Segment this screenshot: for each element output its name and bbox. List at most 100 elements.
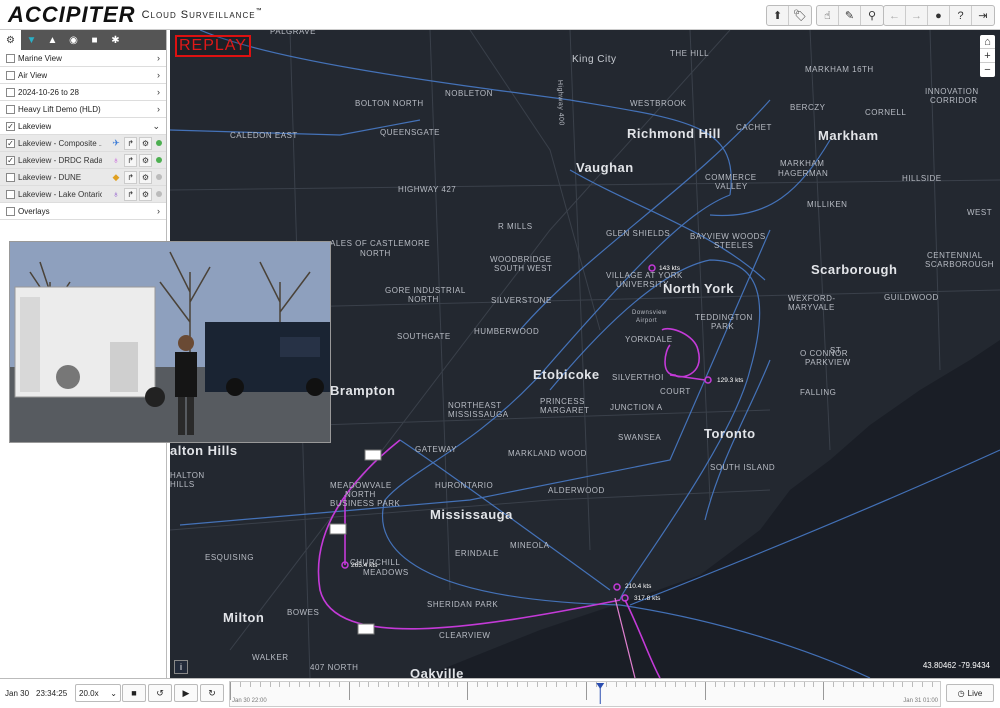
- svg-text:MARYVALE: MARYVALE: [788, 303, 835, 312]
- stop-button[interactable]: ■: [122, 684, 146, 702]
- sidebar-subitem-drdc[interactable]: ✓ Lakeview - DRDC Radar ♁ ↱ ⚙: [0, 152, 166, 169]
- share-icon[interactable]: ↱: [124, 187, 137, 201]
- svg-text:Downsview: Downsview: [632, 310, 667, 316]
- svg-text:Mississauga: Mississauga: [430, 507, 513, 522]
- brand-name: ACCIPITER: [8, 2, 136, 27]
- rewind-button[interactable]: ↺: [148, 684, 172, 702]
- checkbox-checked[interactable]: ✓: [6, 155, 15, 165]
- svg-text:QUEENSGATE: QUEENSGATE: [380, 128, 440, 137]
- settings-icon[interactable]: ⚙: [0, 30, 21, 50]
- chevron-right-icon[interactable]: ›: [157, 87, 160, 97]
- sidebar-subitem-lake-ontario[interactable]: Lakeview - Lake Ontario... ♁ ↱ ⚙: [0, 186, 166, 203]
- zoom-controls: ⌂ + −: [980, 35, 995, 77]
- svg-text:MILLIKEN: MILLIKEN: [807, 200, 847, 209]
- checkbox[interactable]: [6, 53, 15, 63]
- play-button[interactable]: ▶: [174, 684, 198, 702]
- timeline-end-label: Jan 31 01:00: [903, 698, 938, 704]
- zoom-out-button[interactable]: −: [980, 63, 995, 77]
- sidebar-item-label: Air View: [18, 70, 48, 80]
- alert-icon[interactable]: ▲: [42, 30, 63, 50]
- svg-text:MEADOWS: MEADOWS: [363, 568, 409, 577]
- checkbox[interactable]: [6, 206, 15, 216]
- checkbox[interactable]: [6, 189, 15, 199]
- sidebar-item-lakeview[interactable]: ✓ Lakeview ⌄: [0, 118, 166, 135]
- sidebar-item-date-range[interactable]: 2024-10-26 to 28 ›: [0, 84, 166, 101]
- chevron-right-icon[interactable]: ›: [157, 70, 160, 80]
- plane-icon: ✈: [112, 137, 120, 148]
- svg-text:Brampton: Brampton: [330, 383, 395, 398]
- info-icon[interactable]: i: [174, 660, 188, 674]
- svg-text:CORNELL: CORNELL: [865, 108, 906, 117]
- sidebar-item-heavy-lift[interactable]: Heavy Lift Demo (HLD) ›: [0, 101, 166, 118]
- svg-text:PARKVIEW: PARKVIEW: [805, 358, 851, 367]
- chevron-down-icon[interactable]: ⌄: [152, 121, 160, 132]
- svg-text:Vaughan: Vaughan: [576, 160, 634, 175]
- share-icon[interactable]: ↱: [124, 136, 137, 150]
- sidebar-subitem-dune[interactable]: Lakeview - DUNE ◆ ↱ ⚙: [0, 169, 166, 186]
- checkbox[interactable]: [6, 104, 15, 114]
- svg-text:PARK: PARK: [711, 322, 734, 331]
- hand-pointer-icon[interactable]: ☝: [817, 6, 839, 25]
- checkbox[interactable]: [6, 70, 15, 80]
- home-icon[interactable]: ⌂: [980, 35, 995, 49]
- ruler-icon[interactable]: ✎: [839, 6, 861, 25]
- tag-icon[interactable]: 🏷: [789, 6, 811, 25]
- cursor-coordinates: 43.80462 -79.9434: [922, 661, 990, 670]
- forward-button[interactable]: ↻: [200, 684, 224, 702]
- share-icon[interactable]: ↱: [124, 153, 137, 167]
- trademark: ™: [255, 8, 262, 14]
- logout-icon[interactable]: ⇥: [972, 6, 994, 25]
- live-button[interactable]: ◷ Live: [946, 684, 994, 702]
- svg-text:407 NORTH: 407 NORTH: [310, 663, 358, 672]
- svg-text:Scarborough: Scarborough: [811, 262, 897, 277]
- chevron-down-icon: ⌄: [110, 688, 117, 698]
- sidebar-subitem-composite[interactable]: ✓ Lakeview - Composite ... ✈ ↱ ⚙: [0, 135, 166, 152]
- arrow-up-icon[interactable]: ⬆: [767, 6, 789, 25]
- gear-icon[interactable]: ⚙: [139, 187, 152, 201]
- camera-snapshot[interactable]: [9, 241, 331, 443]
- svg-text:WESTBROOK: WESTBROOK: [630, 99, 687, 108]
- gear-icon[interactable]: ⚙: [139, 170, 152, 184]
- help-icon[interactable]: ?: [950, 6, 972, 25]
- gear-icon[interactable]: ⚙: [139, 136, 152, 150]
- map-pin-icon[interactable]: ⚲: [861, 6, 883, 25]
- svg-text:HUMBERWOOD: HUMBERWOOD: [474, 327, 539, 336]
- chevron-right-icon[interactable]: ›: [157, 206, 160, 216]
- svg-text:King City: King City: [572, 54, 617, 65]
- svg-text:NORTH: NORTH: [360, 249, 391, 258]
- playback-date: Jan 30: [5, 689, 30, 698]
- target-label: 129.3 kts: [717, 377, 744, 384]
- svg-text:CORRIDOR: CORRIDOR: [930, 96, 978, 105]
- arrow-left-icon[interactable]: ←: [884, 6, 906, 25]
- status-indicator: [156, 157, 162, 163]
- timeline-slider[interactable]: Jan 30 22:00 Jan 31 01:00: [229, 681, 943, 707]
- sidebar-item-overlays[interactable]: Overlays ›: [0, 203, 166, 220]
- target-label: 317.8 kts: [634, 595, 661, 602]
- speed-select[interactable]: 20.0x ⌄: [75, 684, 121, 702]
- svg-text:JUNCTION A: JUNCTION A: [610, 403, 663, 412]
- filter-icon[interactable]: ▼: [21, 30, 42, 50]
- svg-text:HILLS: HILLS: [170, 480, 195, 489]
- checkbox[interactable]: [6, 87, 15, 97]
- sidebar-item-air-view[interactable]: Air View ›: [0, 67, 166, 84]
- gear-icon[interactable]: ✱: [105, 30, 126, 50]
- chevron-right-icon[interactable]: ›: [157, 53, 160, 63]
- eye-icon[interactable]: ◉: [63, 30, 84, 50]
- checkbox-checked[interactable]: ✓: [6, 138, 15, 148]
- zoom-in-button[interactable]: +: [980, 49, 995, 63]
- circle-icon[interactable]: ●: [928, 6, 950, 25]
- gear-icon[interactable]: ⚙: [139, 153, 152, 167]
- checkbox-checked[interactable]: ✓: [6, 121, 15, 131]
- svg-text:HIGHWAY 427: HIGHWAY 427: [398, 185, 456, 194]
- arrow-right-icon[interactable]: →: [906, 6, 928, 25]
- chevron-right-icon[interactable]: ›: [157, 104, 160, 114]
- share-icon[interactable]: ↱: [124, 170, 137, 184]
- replay-badge: REPLAY: [175, 35, 251, 57]
- svg-text:MARGARET: MARGARET: [540, 406, 589, 415]
- subitem-controls: ♁ ↱ ⚙: [110, 187, 162, 201]
- sidebar-item-marine-view[interactable]: Marine View ›: [0, 50, 166, 67]
- svg-text:VILLAGE AT YORK: VILLAGE AT YORK: [606, 271, 683, 280]
- checkbox[interactable]: [6, 172, 15, 182]
- brand-tagline: Cloud Surveillance: [141, 9, 256, 21]
- camera-icon[interactable]: ■: [84, 30, 105, 50]
